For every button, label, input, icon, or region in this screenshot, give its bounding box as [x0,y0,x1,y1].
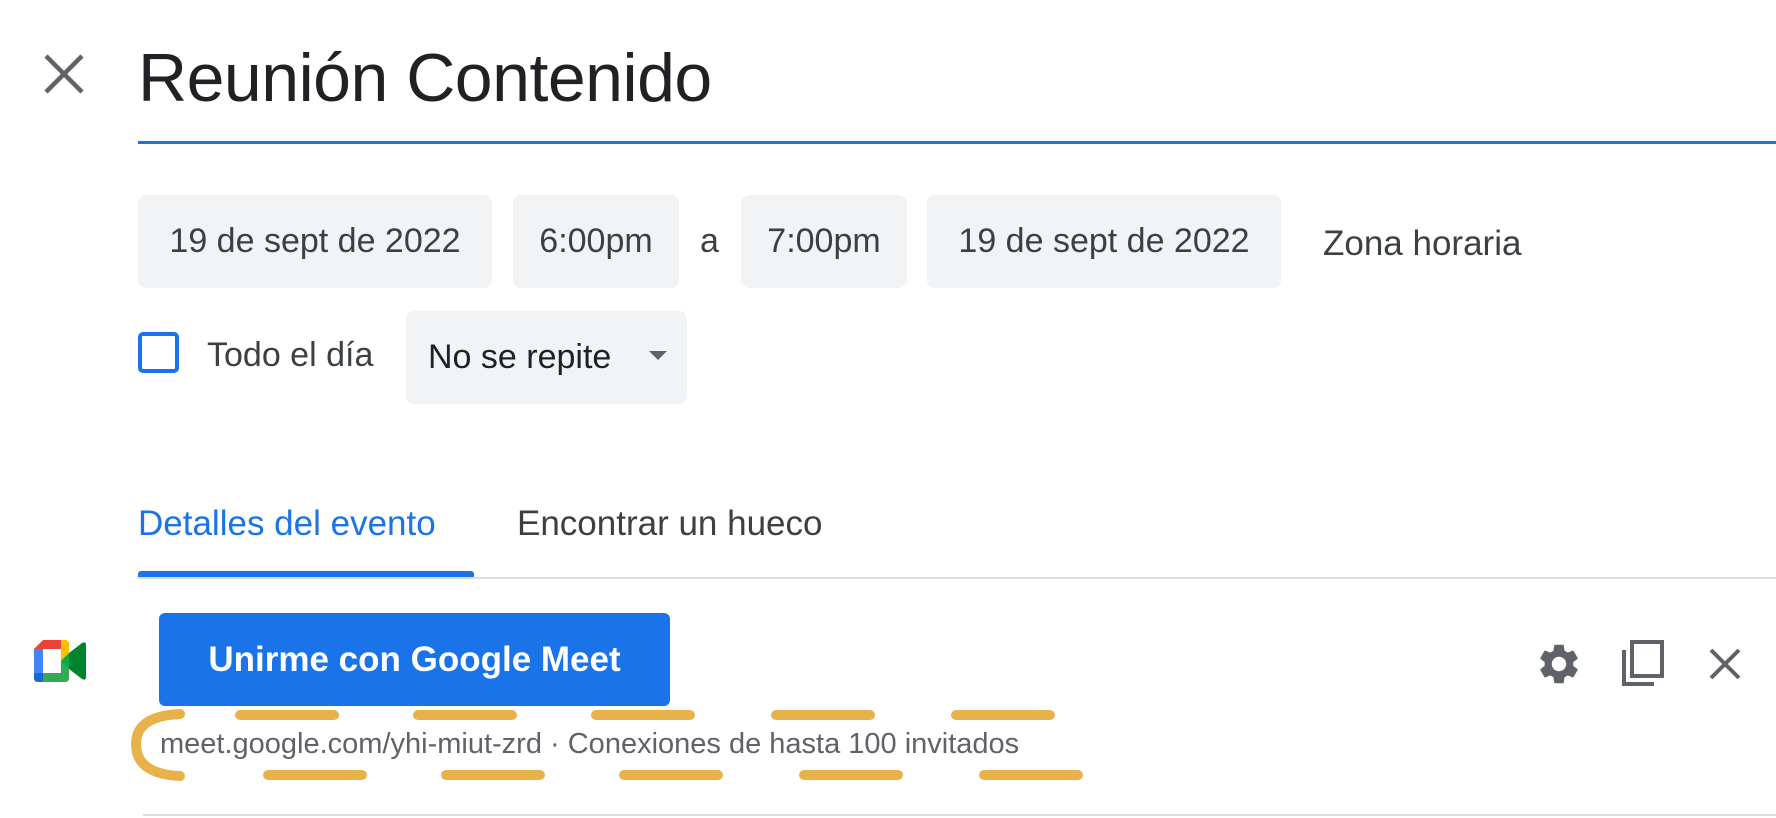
event-title-input[interactable]: Reunión Contenido [138,36,712,120]
gear-icon[interactable] [1535,640,1583,688]
timezone-link[interactable]: Zona horaria [1323,224,1521,264]
join-google-meet-button[interactable]: Unirme con Google Meet [159,613,670,706]
chevron-down-icon [649,351,667,360]
end-date-button[interactable]: 19 de sept de 2022 [927,195,1281,288]
remove-meet-close-icon[interactable] [1701,640,1749,688]
google-meet-icon [34,640,86,682]
tabs-divider [138,577,1776,579]
section-divider [143,814,1776,816]
repeat-select-value: No se repite [428,338,612,376]
end-time-button[interactable]: 7:00pm [741,195,907,288]
repeat-select[interactable]: No se repite [406,311,687,404]
close-icon[interactable] [40,50,88,98]
start-time-button[interactable]: 6:00pm [513,195,679,288]
title-underline [138,141,1776,144]
tab-find-a-time[interactable]: Encontrar un hueco [517,504,822,544]
tab-event-details[interactable]: Detalles del evento [138,504,436,544]
all-day-checkbox[interactable] [138,332,179,373]
time-separator: a [700,222,719,260]
meet-link-info[interactable]: meet.google.com/yhi-miut-zrd · Conexione… [160,728,1019,761]
copy-icon[interactable] [1618,638,1666,686]
all-day-label[interactable]: Todo el día [207,336,373,375]
start-date-button[interactable]: 19 de sept de 2022 [138,195,492,288]
